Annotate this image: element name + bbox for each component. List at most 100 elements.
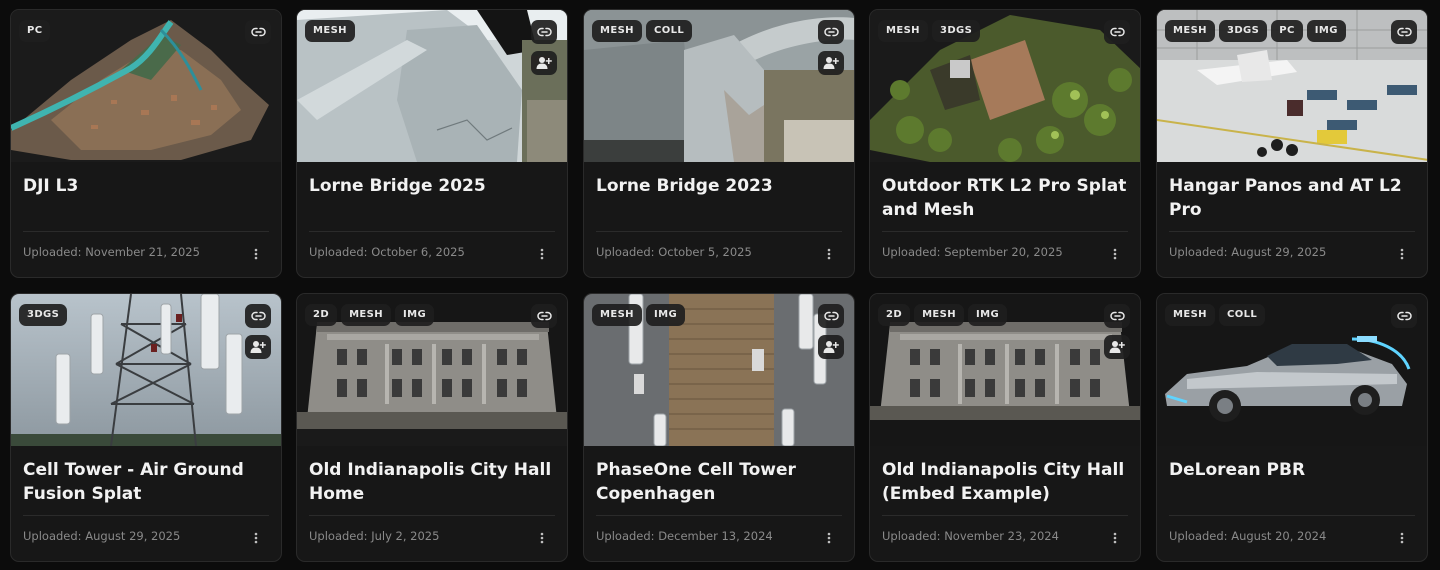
more-vertical-icon bbox=[827, 532, 831, 544]
link-icon bbox=[823, 27, 839, 37]
more-options-button[interactable] bbox=[249, 245, 263, 263]
share-user-button[interactable] bbox=[245, 335, 271, 359]
type-tag: 3DGS bbox=[931, 20, 981, 42]
project-title[interactable]: Lorne Bridge 2025 bbox=[309, 174, 557, 198]
type-tag: IMG bbox=[395, 304, 435, 326]
more-options-button[interactable] bbox=[822, 529, 836, 547]
copy-link-button[interactable] bbox=[818, 304, 844, 328]
project-card[interactable]: 2D MESH IMG Old Indianapolis City Hall (Em… bbox=[869, 293, 1141, 562]
project-title[interactable]: Old Indianapolis City Hall Home bbox=[309, 458, 557, 506]
more-vertical-icon bbox=[540, 532, 544, 544]
divider bbox=[1169, 515, 1415, 516]
share-user-icon bbox=[536, 56, 552, 70]
upload-date: Uploaded: November 23, 2024 bbox=[882, 529, 1059, 543]
type-tag: MESH bbox=[341, 304, 392, 326]
more-options-button[interactable] bbox=[1395, 245, 1409, 263]
project-title[interactable]: Cell Tower - Air Ground Fusion Splat bbox=[23, 458, 271, 506]
divider bbox=[596, 515, 842, 516]
project-card[interactable]: 3DGS Cell Tower - Air Ground Fusion Spla… bbox=[10, 293, 282, 562]
tag-list: 3DGS bbox=[19, 304, 68, 326]
type-tag: COLL bbox=[645, 20, 693, 42]
link-icon bbox=[1396, 27, 1412, 37]
upload-date: Uploaded: September 20, 2025 bbox=[882, 245, 1063, 259]
divider bbox=[309, 515, 555, 516]
more-vertical-icon bbox=[1113, 248, 1117, 260]
more-options-button[interactable] bbox=[1108, 529, 1122, 547]
type-tag: IMG bbox=[1306, 20, 1346, 42]
project-card[interactable]: MESH 3DGS PC IMG Hangar Panos and AT L2 Pro… bbox=[1156, 9, 1428, 278]
divider bbox=[309, 231, 555, 232]
link-icon bbox=[536, 27, 552, 37]
project-card[interactable]: MESH IMG PhaseOne Cell Tower Copenhagen U… bbox=[583, 293, 855, 562]
type-tag: COLL bbox=[1218, 304, 1266, 326]
copy-link-button[interactable] bbox=[1104, 20, 1130, 44]
copy-link-button[interactable] bbox=[531, 20, 557, 44]
type-tag: IMG bbox=[645, 304, 686, 326]
tag-list: MESH COLL bbox=[1165, 304, 1266, 326]
tag-list: MESH 3DGS bbox=[878, 20, 981, 42]
project-card[interactable]: MESH COLL DeLorean PBR Uploaded: August 2… bbox=[1156, 293, 1428, 562]
upload-date: Uploaded: December 13, 2024 bbox=[596, 529, 773, 543]
tag-list: MESH IMG bbox=[592, 304, 686, 326]
more-vertical-icon bbox=[540, 248, 544, 260]
divider bbox=[882, 231, 1128, 232]
share-user-icon bbox=[250, 340, 266, 354]
more-vertical-icon bbox=[827, 248, 831, 260]
divider bbox=[596, 231, 842, 232]
project-card[interactable]: MESH 3DGS Outdoor RTK L2 Pro Splat and Me… bbox=[869, 9, 1141, 278]
share-user-icon bbox=[823, 340, 839, 354]
more-options-button[interactable] bbox=[1395, 529, 1409, 547]
type-tag: MESH bbox=[305, 20, 355, 42]
project-card[interactable]: 2D MESH IMG Old Indianapolis City Hall Hom… bbox=[296, 293, 568, 562]
share-user-button[interactable] bbox=[818, 335, 844, 359]
project-title[interactable]: PhaseOne Cell Tower Copenhagen bbox=[596, 458, 844, 506]
more-options-button[interactable] bbox=[822, 245, 836, 263]
more-options-button[interactable] bbox=[535, 245, 549, 263]
link-icon bbox=[1396, 311, 1412, 321]
tag-list: MESH 3DGS PC IMG bbox=[1165, 20, 1346, 42]
copy-link-button[interactable] bbox=[531, 304, 557, 328]
copy-link-button[interactable] bbox=[1391, 304, 1417, 328]
copy-link-button[interactable] bbox=[245, 304, 271, 328]
type-tag: MESH bbox=[592, 20, 642, 42]
project-title[interactable]: Hangar Panos and AT L2 Pro bbox=[1169, 174, 1417, 222]
copy-link-button[interactable] bbox=[1104, 304, 1130, 328]
project-card[interactable]: PC DJI L3 Uploaded: November 21, 2025 bbox=[10, 9, 282, 278]
copy-link-button[interactable] bbox=[245, 20, 271, 44]
project-card[interactable]: MESH COLL Lorne Bridge 2023 Uploaded: Oct… bbox=[583, 9, 855, 278]
copy-link-button[interactable] bbox=[818, 20, 844, 44]
divider bbox=[1169, 231, 1415, 232]
type-tag: 2D bbox=[305, 304, 338, 326]
project-title[interactable]: Outdoor RTK L2 Pro Splat and Mesh bbox=[882, 174, 1130, 222]
project-card[interactable]: MESH Lorne Bridge 2025 Uploaded: October… bbox=[296, 9, 568, 278]
link-icon bbox=[250, 27, 266, 37]
project-title[interactable]: DJI L3 bbox=[23, 174, 271, 198]
tag-list: 2D MESH IMG bbox=[878, 304, 1008, 326]
share-user-button[interactable] bbox=[818, 51, 844, 75]
link-icon bbox=[250, 311, 266, 321]
link-icon bbox=[1109, 311, 1125, 321]
project-thumbnail[interactable] bbox=[11, 10, 281, 162]
share-user-button[interactable] bbox=[531, 51, 557, 75]
share-user-button[interactable] bbox=[1104, 335, 1130, 359]
more-vertical-icon bbox=[254, 532, 258, 544]
upload-date: Uploaded: August 20, 2024 bbox=[1169, 529, 1327, 543]
upload-date: Uploaded: July 2, 2025 bbox=[309, 529, 440, 543]
link-icon bbox=[1109, 27, 1125, 37]
divider bbox=[882, 515, 1128, 516]
more-options-button[interactable] bbox=[535, 529, 549, 547]
more-options-button[interactable] bbox=[1108, 245, 1122, 263]
more-options-button[interactable] bbox=[249, 529, 263, 547]
project-title[interactable]: Lorne Bridge 2023 bbox=[596, 174, 844, 198]
copy-link-button[interactable] bbox=[1391, 20, 1417, 44]
upload-date: Uploaded: August 29, 2025 bbox=[1169, 245, 1327, 259]
more-vertical-icon bbox=[1400, 532, 1404, 544]
project-title[interactable]: DeLorean PBR bbox=[1169, 458, 1417, 482]
divider bbox=[23, 231, 269, 232]
link-icon bbox=[536, 311, 552, 321]
project-title[interactable]: Old Indianapolis City Hall (Embed Exampl… bbox=[882, 458, 1130, 506]
type-tag: IMG bbox=[968, 304, 1008, 326]
link-icon bbox=[823, 311, 839, 321]
tag-list: 2D MESH IMG bbox=[305, 304, 435, 326]
more-vertical-icon bbox=[1400, 248, 1404, 260]
